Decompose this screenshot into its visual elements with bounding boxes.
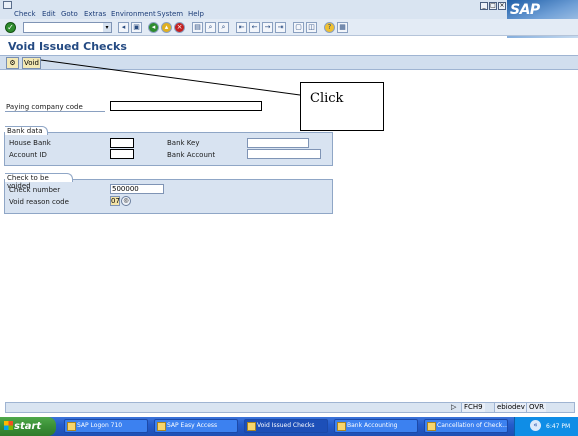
check-void-group — [4, 179, 333, 214]
status-bar — [5, 402, 575, 413]
label-underline — [5, 111, 105, 112]
void-reason-code-label: Void reason code — [9, 198, 69, 206]
void-reason-code-input[interactable]: 07 — [110, 196, 120, 206]
callout-text: Click — [310, 91, 344, 106]
status-mode: OVR — [526, 403, 547, 412]
bank-key-input[interactable] — [247, 138, 309, 148]
check-void-title: Check to be voided — [5, 173, 73, 190]
task-bank-accounting[interactable]: Bank Accounting — [334, 419, 418, 433]
paying-company-code-input[interactable] — [110, 101, 262, 111]
task-label: Cancellation of Check... — [437, 422, 508, 429]
paying-company-code-label: Paying company code — [6, 103, 83, 111]
callout-pointer-line — [40, 59, 301, 96]
clock: 6:47 PM — [546, 423, 571, 430]
status-transaction: FCH9 — [461, 403, 485, 412]
task-sap-easy-access[interactable]: SAP Easy Access — [154, 419, 238, 433]
task-sap-logon[interactable]: SAP Logon 710 — [64, 419, 148, 433]
task-label: SAP Logon 710 — [77, 422, 123, 429]
task-cancellation-of-check[interactable]: Cancellation of Check... — [424, 419, 508, 433]
value-help-icon[interactable]: ◎ — [121, 196, 131, 206]
folder-icon — [427, 422, 436, 431]
account-id-label: Account ID — [9, 151, 47, 159]
check-number-input[interactable]: 500000 — [110, 184, 164, 194]
folder-icon — [337, 422, 346, 431]
house-bank-input[interactable] — [110, 138, 134, 148]
bank-account-input[interactable] — [247, 149, 321, 159]
app-icon — [67, 422, 76, 431]
bank-account-label: Bank Account — [167, 151, 216, 159]
callout-pointer — [40, 59, 301, 96]
bank-data-title: Bank data — [5, 126, 48, 135]
task-label: SAP Easy Access — [167, 422, 218, 429]
task-void-issued-checks[interactable]: Void Issued Checks — [244, 419, 328, 433]
house-bank-label: House Bank — [9, 139, 51, 147]
windows-logo-icon — [4, 421, 13, 430]
bank-key-label: Bank Key — [167, 139, 200, 147]
account-id-input[interactable] — [110, 149, 134, 159]
check-number-label: Check number — [9, 186, 61, 194]
callout-box: Click — [300, 82, 384, 131]
task-label: Void Issued Checks — [257, 422, 315, 429]
app-icon — [157, 422, 166, 431]
app-icon — [247, 422, 256, 431]
status-server: ebiodev — [494, 403, 527, 412]
task-label: Bank Accounting — [347, 422, 398, 429]
network-icon[interactable]: « — [530, 420, 541, 431]
status-expand-icon[interactable]: ▷ — [451, 403, 456, 411]
